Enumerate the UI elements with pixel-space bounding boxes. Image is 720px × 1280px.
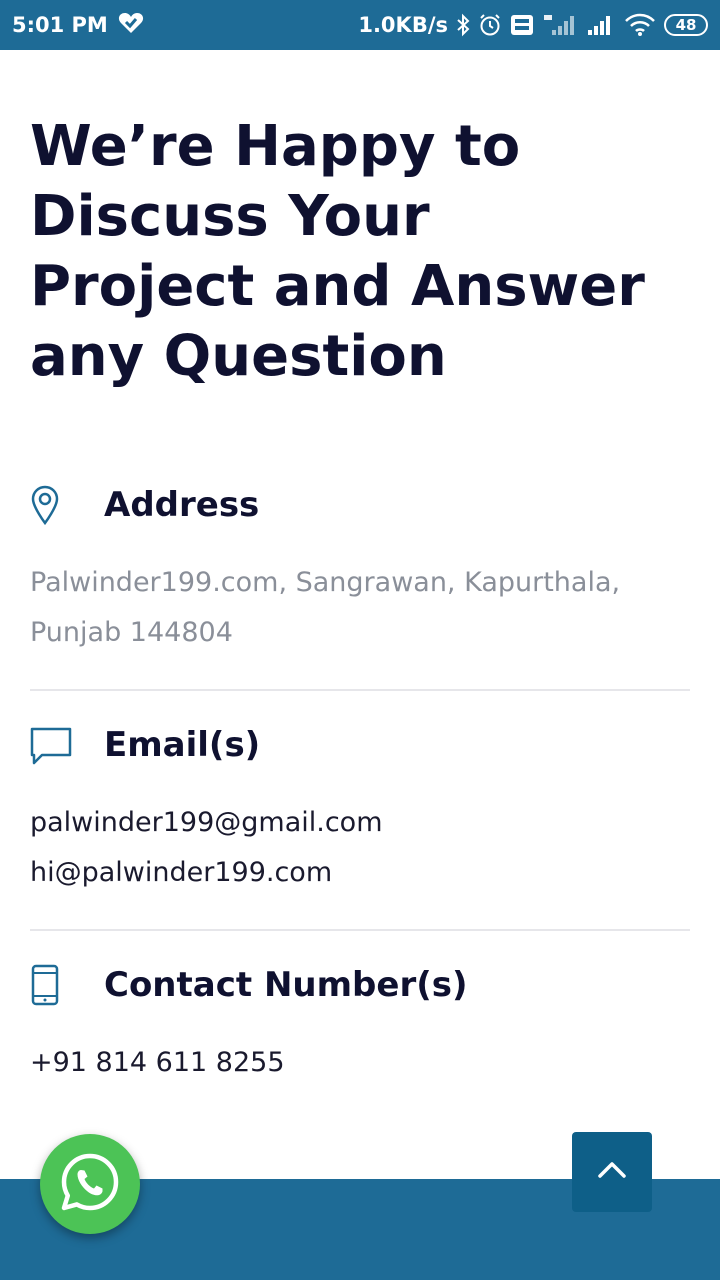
whatsapp-icon: [58, 1150, 122, 1219]
chevron-up-icon: [597, 1160, 627, 1185]
battery-indicator: 48: [664, 14, 708, 36]
divider: [30, 929, 690, 931]
address-section: Address Palwinder199.com, Sangrawan, Kap…: [30, 480, 690, 658]
whatsapp-button[interactable]: [40, 1134, 140, 1234]
mobile-phone-icon: [30, 964, 104, 1006]
page-heading: We’re Happy to Discuss Your Project and …: [30, 114, 645, 389]
alarm-icon: [478, 13, 502, 37]
signal-4g-icon: [542, 13, 578, 37]
bluetooth-icon: [456, 13, 470, 37]
contact-title: Contact Number(s): [104, 965, 468, 1005]
address-line-2: Punjab 144804: [30, 617, 233, 648]
wifi-icon: [624, 13, 656, 37]
status-bar: 5:01 PM 1.0KB/s 48: [0, 0, 720, 50]
address-title: Address: [104, 485, 260, 525]
address-line-1: Palwinder199.com, Sangrawan, Kapurthala,: [30, 567, 621, 598]
status-time: 5:01 PM: [12, 13, 108, 37]
chat-bubble-icon: [30, 725, 104, 765]
email-line-2[interactable]: hi@palwinder199.com: [30, 848, 690, 898]
email-line-1[interactable]: palwinder199@gmail.com: [30, 798, 690, 848]
heart-check-icon: [118, 11, 144, 40]
divider: [30, 689, 690, 691]
contact-section: Contact Number(s) +91 814 611 8255: [30, 960, 690, 1088]
volte-icon: [510, 14, 534, 36]
network-speed: 1.0KB/s: [358, 13, 448, 37]
scroll-to-top-button[interactable]: [572, 1132, 652, 1212]
email-section: Email(s) palwinder199@gmail.com hi@palwi…: [30, 720, 690, 898]
phone-number[interactable]: +91 814 611 8255: [30, 1038, 690, 1088]
map-pin-icon: [30, 485, 104, 525]
signal-icon: [586, 13, 616, 37]
email-title: Email(s): [104, 725, 261, 765]
